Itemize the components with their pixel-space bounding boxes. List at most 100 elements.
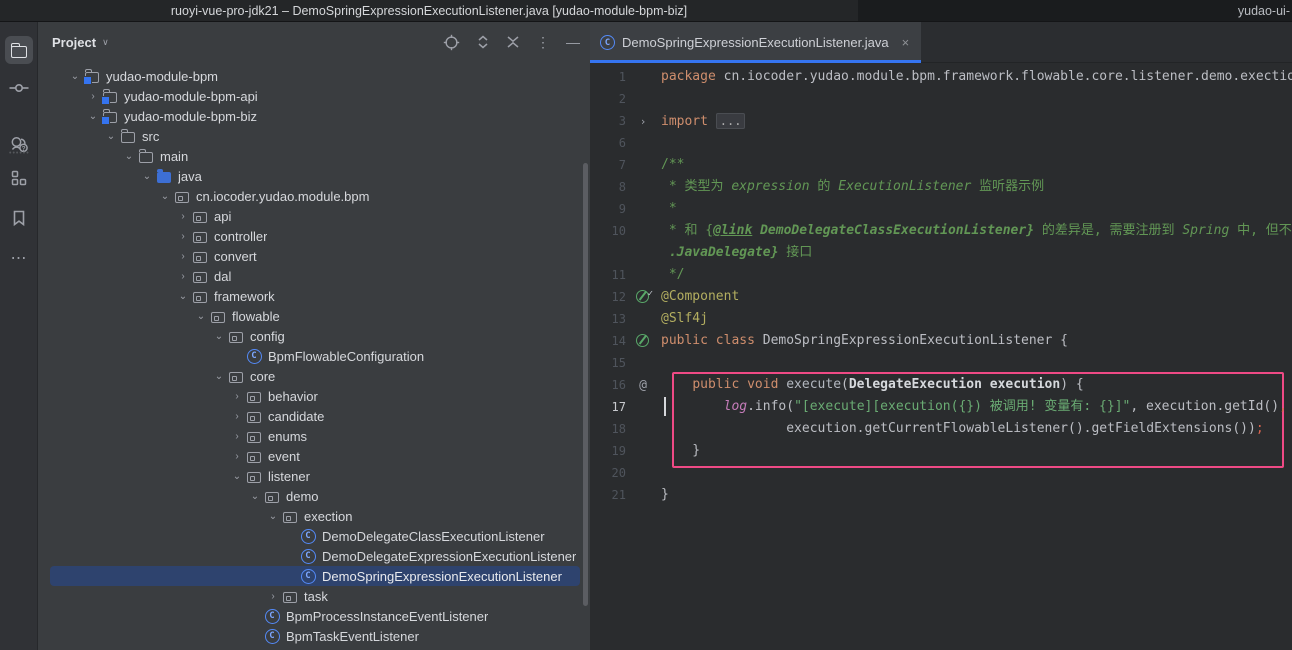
code-line[interactable]: 1package cn.iocoder.yudao.module.bpm.fra… [590, 66, 1292, 88]
tree-item[interactable]: ⌄yudao-module-bpm-biz [38, 106, 590, 126]
tree-item[interactable]: ›dal [38, 266, 590, 286]
locate-file-icon[interactable] [443, 34, 460, 51]
tree-item[interactable]: ⌄listener [38, 466, 590, 486]
tree-item-class[interactable]: CDemoDelegateClassExecutionListener [38, 526, 590, 546]
line-number[interactable]: 7 [590, 154, 632, 176]
tree-item-class[interactable]: CBpmFlowableConfiguration [38, 346, 590, 366]
bookmarks-icon[interactable] [5, 204, 33, 232]
line-number[interactable]: 2 [590, 88, 632, 110]
tree-item[interactable]: ⌄src [38, 126, 590, 146]
tree-item[interactable]: ›behavior [38, 386, 590, 406]
fold-chevron-icon[interactable]: › [632, 110, 654, 132]
line-number[interactable]: 6 [590, 132, 632, 154]
chevron-down-icon[interactable]: ⌄ [84, 111, 102, 122]
more-icon[interactable]: ⋯ [5, 244, 33, 272]
annotated-icon[interactable]: @ [632, 374, 654, 396]
line-number[interactable]: 8 [590, 176, 632, 198]
tree-scrollbar[interactable] [583, 163, 588, 606]
tree-item[interactable]: ⌄yudao-module-bpm [38, 66, 590, 86]
chevron-down-icon[interactable]: ⌄ [174, 291, 192, 302]
chevron-down-icon[interactable]: ∨ [102, 37, 109, 48]
code-line[interactable]: 3›import ... [590, 110, 1292, 132]
chevron-right-icon[interactable]: › [174, 271, 192, 282]
project-panel-title[interactable]: Project [52, 35, 96, 50]
chevron-down-icon[interactable]: ⌄ [120, 151, 138, 162]
chevron-down-icon[interactable]: ⌄ [138, 171, 156, 182]
line-number[interactable]: 14 [590, 330, 632, 352]
chevron-down-icon[interactable]: ⌄ [210, 331, 228, 342]
chevron-down-icon[interactable]: ⌄ [102, 131, 120, 142]
tree-item[interactable]: ›api [38, 206, 590, 226]
line-number[interactable]: 1 [590, 66, 632, 88]
code-line[interactable]: 21} [590, 484, 1292, 506]
tree-item[interactable]: ⌄demo [38, 486, 590, 506]
code-line[interactable]: 11 */ [590, 264, 1292, 286]
code-line[interactable]: 15 [590, 352, 1292, 374]
line-number[interactable]: 12 [590, 286, 632, 308]
code-line[interactable]: 20 [590, 462, 1292, 484]
code-line[interactable]: 13@Slf4j [590, 308, 1292, 330]
line-number[interactable]: 21 [590, 484, 632, 506]
code-line[interactable]: 14public class DemoSpringExpressionExecu… [590, 330, 1292, 352]
chevron-down-icon[interactable]: ⌄ [192, 311, 210, 322]
line-number[interactable]: 16 [590, 374, 632, 396]
collapse-all-icon[interactable] [506, 35, 520, 49]
code-line[interactable]: 6 [590, 132, 1292, 154]
line-number[interactable] [590, 242, 632, 264]
chevron-right-icon[interactable]: › [174, 211, 192, 222]
line-number[interactable]: 13 [590, 308, 632, 330]
tree-item[interactable]: ›controller [38, 226, 590, 246]
tree-item[interactable]: ›yudao-module-bpm-api [38, 86, 590, 106]
chevron-down-icon[interactable]: ⌄ [66, 71, 84, 82]
tree-item[interactable]: ›enums [38, 426, 590, 446]
project-folder-icon[interactable] [5, 36, 33, 64]
line-number[interactable]: 18 [590, 418, 632, 440]
code-line[interactable]: 18 execution.getCurrentFlowableListener(… [590, 418, 1292, 440]
chevron-right-icon[interactable]: › [228, 451, 246, 462]
chevron-down-icon[interactable]: ⌄ [210, 371, 228, 382]
structure-icon[interactable] [5, 164, 33, 192]
spring-icon[interactable] [632, 330, 654, 352]
tree-item[interactable]: ⌄flowable [38, 306, 590, 326]
tree-item-class[interactable]: CBpmTaskEventListener [38, 626, 590, 646]
tree-item[interactable]: ›event [38, 446, 590, 466]
chevron-down-icon[interactable]: ⌄ [156, 191, 174, 202]
tree-item[interactable]: ›convert [38, 246, 590, 266]
tree-item-class[interactable]: CDemoDelegateExpressionExecutionListener [38, 546, 590, 566]
code-editor[interactable]: 1package cn.iocoder.yudao.module.bpm.fra… [590, 64, 1292, 650]
expand-icon[interactable] [476, 34, 490, 50]
line-number[interactable]: 17 [590, 396, 632, 418]
line-number[interactable]: 11 [590, 264, 632, 286]
chevron-down-icon[interactable]: ⌄ [228, 471, 246, 482]
code-line[interactable]: 7/** [590, 154, 1292, 176]
tree-item[interactable]: ⌄core [38, 366, 590, 386]
tree-item[interactable]: ›candidate [38, 406, 590, 426]
spring-bean-icon[interactable] [632, 286, 654, 308]
code-line[interactable]: 9 * [590, 198, 1292, 220]
chevron-right-icon[interactable]: › [264, 591, 282, 602]
tree-item-class[interactable]: CDemoSpringExpressionExecutionListener [50, 566, 580, 586]
chevron-right-icon[interactable]: › [228, 431, 246, 442]
line-number[interactable]: 9 [590, 198, 632, 220]
code-line[interactable]: .JavaDelegate} 接口 [590, 242, 1292, 264]
line-number[interactable]: 3 [590, 110, 632, 132]
tree-item[interactable]: ⌄java [38, 166, 590, 186]
code-line[interactable]: 10 * 和 {@link DemoDelegateClassExecution… [590, 220, 1292, 242]
code-line[interactable]: 2 [590, 88, 1292, 110]
code-line[interactable]: 19 } [590, 440, 1292, 462]
code-line[interactable]: 16@ public void execute(DelegateExecutio… [590, 374, 1292, 396]
editor-tab-active[interactable]: C DemoSpringExpressionExecutionListener.… [590, 22, 921, 63]
code-line[interactable]: 12@Component [590, 286, 1292, 308]
line-number[interactable]: 10 [590, 220, 632, 242]
chevron-right-icon[interactable]: › [228, 391, 246, 402]
tree-item[interactable]: ⌄framework [38, 286, 590, 306]
code-line[interactable]: 17 log.info("[execute][execution({}) 被调用… [590, 396, 1292, 418]
chevron-right-icon[interactable]: › [174, 231, 192, 242]
options-kebab-icon[interactable]: ⋮ [536, 34, 550, 51]
tree-item[interactable]: ⌄main [38, 146, 590, 166]
line-number[interactable]: 20 [590, 462, 632, 484]
close-icon[interactable]: × [902, 35, 910, 50]
tree-item[interactable]: ⌄config [38, 326, 590, 346]
line-number[interactable]: 15 [590, 352, 632, 374]
chevron-right-icon[interactable]: › [84, 91, 102, 102]
